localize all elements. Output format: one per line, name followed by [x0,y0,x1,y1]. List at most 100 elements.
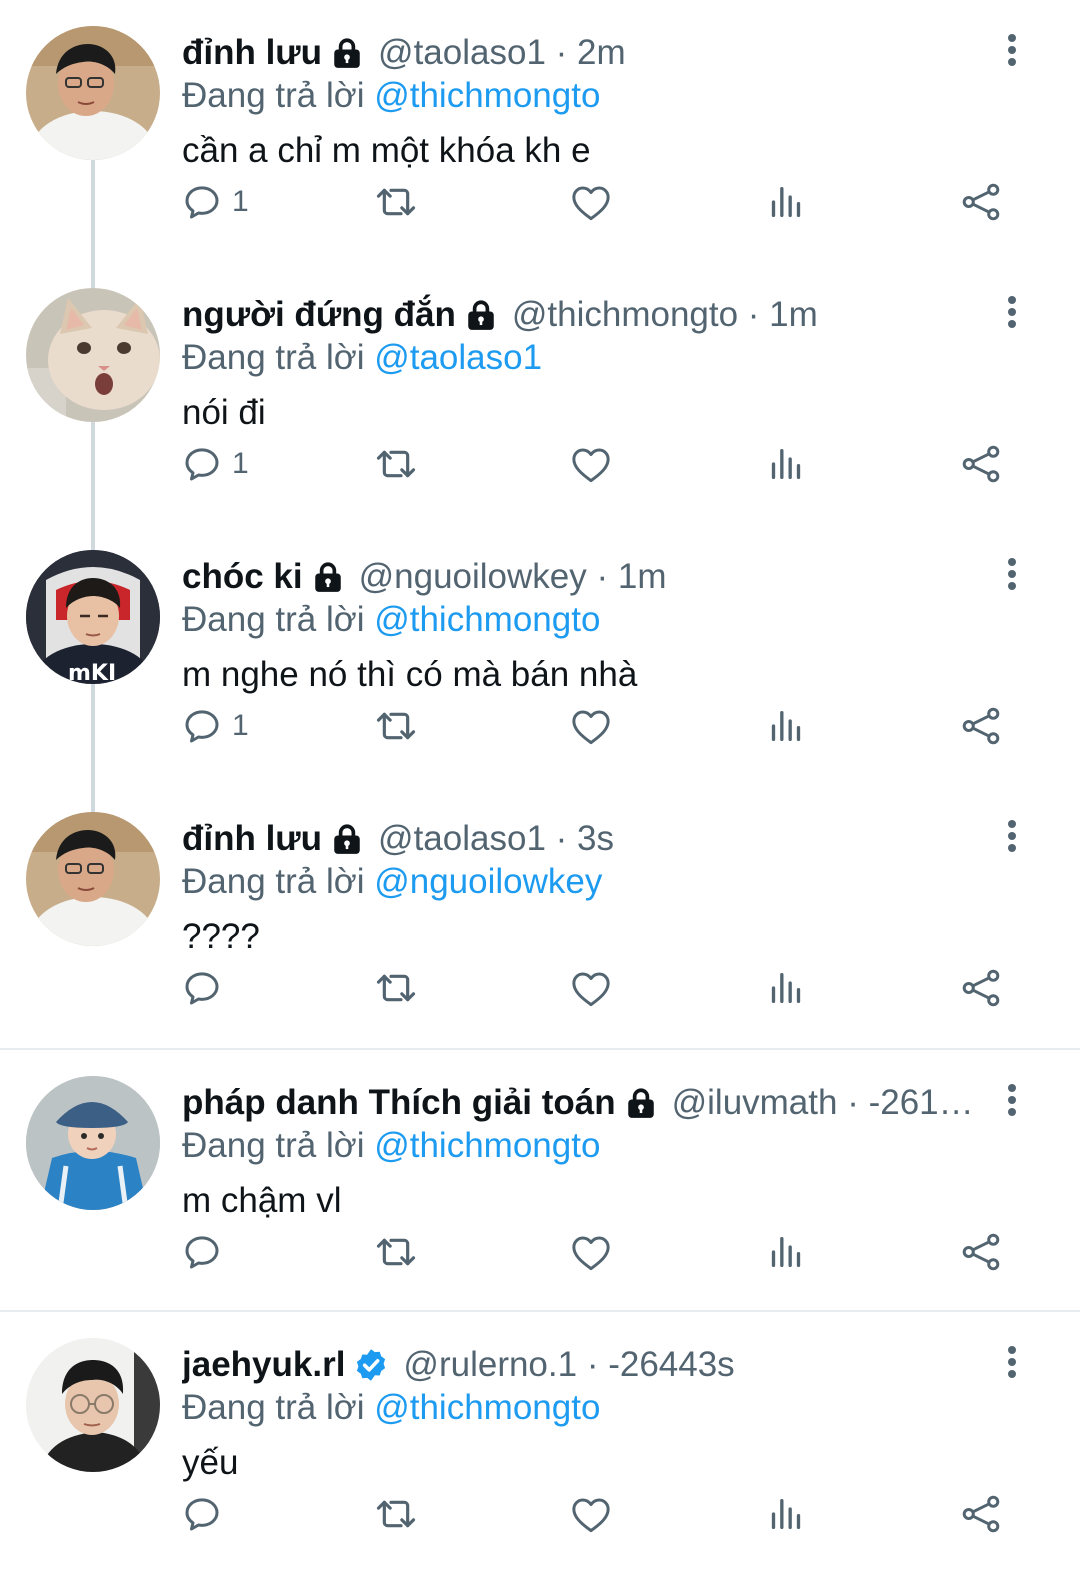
tweet-card[interactable]: đỉnh lưu @taolaso1 · 3s Đang trả lời @nguo… [0,786,1080,1048]
lock-icon [624,1086,658,1120]
reply-to-mention-link[interactable]: @taolaso1 [374,338,542,377]
heart-icon [570,182,612,222]
tweet-header: pháp danh Thích giải toán @iluvmath · -26… [182,1080,980,1126]
share-button[interactable] [960,438,1002,490]
like-button[interactable] [570,962,612,1014]
verified-badge-icon [353,1347,389,1383]
share-button[interactable] [960,962,1002,1014]
share-icon [960,1231,1002,1273]
avatar[interactable] [26,1338,160,1472]
like-button[interactable] [570,1226,612,1278]
bar-chart-icon [766,1494,806,1534]
share-button[interactable] [960,1226,1002,1278]
display-name[interactable]: người đứng đắn [182,292,456,338]
display-name[interactable]: pháp danh Thích giải toán [182,1080,616,1126]
handle-and-time[interactable]: @taolaso1 · 2m [378,30,626,76]
tweet-card[interactable]: người đứng đắn @thichmongto · 1m Đang trả … [0,262,1080,524]
svg-text:mKI: mKI [68,661,116,684]
share-button[interactable] [960,176,1002,228]
tweet-text: ???? [182,917,260,956]
avatar[interactable] [26,288,160,422]
display-name[interactable]: jaehyuk.rl [182,1342,345,1388]
retweet-button[interactable] [372,962,420,1014]
view-stats-button[interactable] [766,176,806,228]
retweet-button[interactable] [372,176,420,228]
reply-button[interactable]: 1 [182,438,249,490]
tweet-text: m chậm vl [182,1181,342,1220]
tweet-text: cần a chỉ m một khóa kh e [182,131,591,170]
reply-to-mention-link[interactable]: @nguoilowkey [374,862,602,901]
bar-chart-icon [766,706,806,746]
reply-to-mention-link[interactable]: @thichmongto [374,600,600,639]
display-name[interactable]: đỉnh lưu [182,30,322,76]
more-options-icon[interactable] [1000,554,1024,594]
reply-to-mention-link[interactable]: @thichmongto [374,1388,600,1427]
share-icon [960,1493,1002,1535]
view-stats-button[interactable] [766,1226,806,1278]
avatar[interactable] [26,1076,160,1210]
avatar[interactable] [26,26,160,160]
like-button[interactable] [570,176,612,228]
tweet-card[interactable]: pháp danh Thích giải toán @iluvmath · -26… [0,1048,1080,1310]
lock-icon [464,298,498,332]
like-button[interactable] [570,700,612,752]
share-button[interactable] [960,700,1002,752]
lock-icon [330,36,364,70]
replying-to-line: Đang trả lời @taolaso1 [182,336,542,380]
heart-icon [570,968,612,1008]
avatar[interactable] [26,812,160,946]
view-stats-button[interactable] [766,700,806,752]
reply-button[interactable] [182,1226,222,1278]
tweet-header: đỉnh lưu @taolaso1 · 2m [182,30,980,76]
reply-icon [182,182,222,222]
reply-button[interactable] [182,1488,222,1540]
tweet-header: jaehyuk.rl @rulerno.1 · -26443s [182,1342,980,1388]
view-stats-button[interactable] [766,438,806,490]
retweet-button[interactable] [372,1226,420,1278]
more-options-icon[interactable] [1000,1080,1024,1120]
reply-to-mention-link[interactable]: @thichmongto [374,76,600,115]
tweet-header: người đứng đắn @thichmongto · 1m [182,292,980,338]
handle-and-time[interactable]: @iluvmath · -2617… [672,1080,980,1126]
like-button[interactable] [570,1488,612,1540]
display-name[interactable]: chóc ki [182,554,303,600]
more-options-icon[interactable] [1000,292,1024,332]
reply-count: 1 [232,447,249,480]
more-options-icon[interactable] [1000,816,1024,856]
reply-to-mention-link[interactable]: @thichmongto [374,1126,600,1165]
view-stats-button[interactable] [766,962,806,1014]
share-icon [960,967,1002,1009]
reply-button[interactable] [182,962,222,1014]
more-options-icon[interactable] [1000,30,1024,70]
reply-button[interactable]: 1 [182,700,249,752]
share-icon [960,705,1002,747]
tweet-card[interactable]: jaehyuk.rl @rulerno.1 · -26443s Đang trả l… [0,1310,1080,1572]
handle-and-time[interactable]: @nguoilowkey · 1m [359,554,667,600]
tweet-card[interactable]: đỉnh lưu @taolaso1 · 2m Đang trả lời @thic… [0,0,1080,262]
bar-chart-icon [766,1232,806,1272]
share-button[interactable] [960,1488,1002,1540]
replying-to-line: Đang trả lời @thichmongto [182,598,600,642]
retweet-button[interactable] [372,438,420,490]
handle-and-time[interactable]: @taolaso1 · 3s [378,816,614,862]
heart-icon [570,1232,612,1272]
tweet-card[interactable]: mKI chóc ki @nguoilowkey · 1m Đang trả lời … [0,524,1080,786]
like-button[interactable] [570,438,612,490]
replying-to-line: Đang trả lời @thichmongto [182,1124,600,1168]
avatar[interactable]: mKI [26,550,160,684]
more-options-icon[interactable] [1000,1342,1024,1382]
retweet-button[interactable] [372,1488,420,1540]
lock-icon [330,822,364,856]
replying-to-label: Đang trả lời [182,862,365,901]
retweet-icon [372,1494,420,1534]
handle-and-time[interactable]: @thichmongto · 1m [512,292,818,338]
tweet-text: m nghe nó thì có mà bán nhà [182,655,638,694]
retweet-button[interactable] [372,700,420,752]
bar-chart-icon [766,182,806,222]
replying-to-label: Đang trả lời [182,338,365,377]
view-stats-button[interactable] [766,1488,806,1540]
reply-count: 1 [232,709,249,742]
reply-button[interactable]: 1 [182,176,249,228]
display-name[interactable]: đỉnh lưu [182,816,322,862]
handle-and-time[interactable]: @rulerno.1 · -26443s [403,1342,734,1388]
